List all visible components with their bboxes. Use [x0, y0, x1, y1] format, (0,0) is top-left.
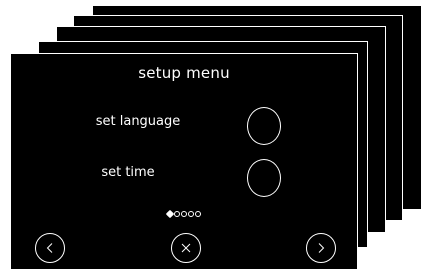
set-time-label: set time [101, 165, 155, 180]
page-dot-4 [188, 211, 194, 217]
set-language-label: set language [95, 114, 181, 129]
previous-button[interactable] [35, 233, 65, 263]
set-language-radio[interactable] [247, 107, 281, 145]
close-icon [181, 243, 191, 253]
chevron-right-icon [318, 243, 325, 253]
page-indicator [165, 209, 201, 219]
chevron-left-icon [46, 243, 53, 253]
screen-stack: setup menu set language set time [0, 0, 432, 270]
close-button[interactable] [171, 233, 201, 263]
page-dot-3 [181, 211, 187, 217]
page-dot-1 [165, 209, 175, 219]
screen-title: setup menu [138, 64, 230, 82]
page-dot-2 [174, 211, 180, 217]
set-time-radio[interactable] [247, 159, 281, 197]
page-dot-5 [195, 211, 201, 217]
setup-menu-screen: setup menu set language set time [10, 53, 358, 270]
next-button[interactable] [306, 233, 336, 263]
